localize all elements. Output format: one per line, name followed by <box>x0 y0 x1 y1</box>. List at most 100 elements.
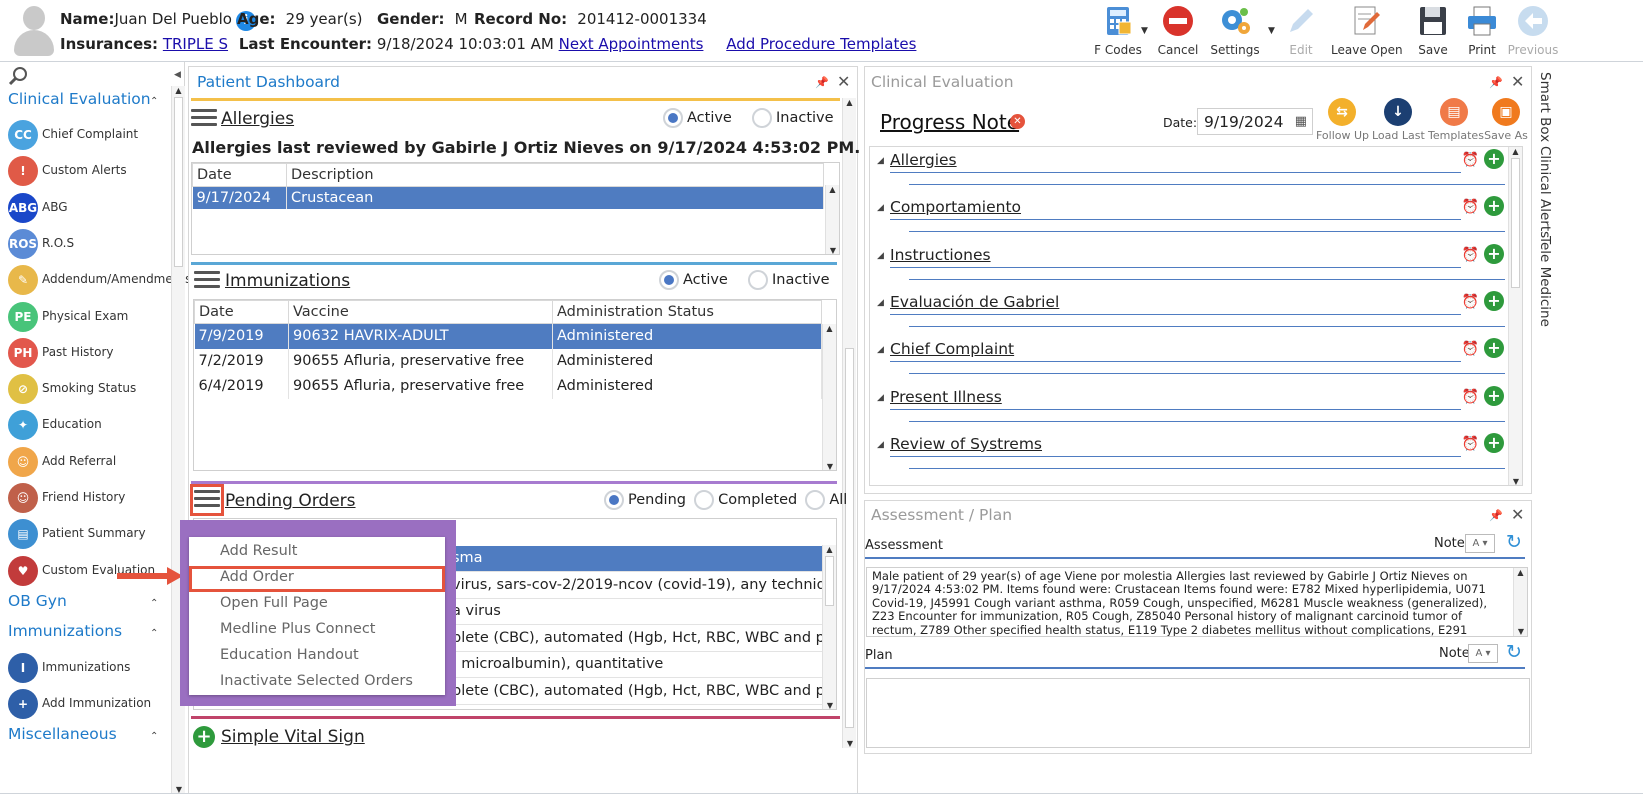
simple-vital-sign-title[interactable]: Simple Vital Sign <box>221 727 365 747</box>
tab-tele-medicine[interactable]: Tele Medicine <box>1537 236 1553 327</box>
add-section-icon[interactable]: + <box>1484 243 1504 264</box>
pin-icon[interactable]: 📌 <box>815 76 829 89</box>
note-section-title[interactable]: Evaluación de Gabriel <box>890 293 1059 311</box>
nav-item[interactable]: ! Custom Alerts <box>8 154 178 188</box>
close-icon[interactable]: ✕ <box>837 72 850 91</box>
add-procedure-templates-link[interactable]: Add Procedure Templates <box>726 35 916 53</box>
note-section-title[interactable]: Review of Systrems <box>890 435 1042 453</box>
nav-item[interactable]: PE Physical Exam <box>8 300 178 334</box>
alarm-clock-icon[interactable]: ⏰ <box>1462 389 1479 405</box>
nav-item[interactable]: ROS R.O.S <box>8 227 178 261</box>
note-section[interactable]: ◢ Comportamiento ⏰ + <box>877 195 1511 237</box>
collapse-triangle-icon[interactable]: ◢ <box>877 251 884 261</box>
nav-section-misc[interactable]: Miscellaneous <box>8 725 117 743</box>
leave-open-button[interactable]: Leave Open <box>1331 4 1403 60</box>
column-header[interactable]: Date <box>194 300 289 324</box>
close-icon[interactable]: ✕ <box>1511 72 1524 91</box>
note-section-title[interactable]: Instructiones <box>890 246 991 264</box>
note-scroll-thumb[interactable] <box>1511 158 1520 288</box>
collapse-triangle-icon[interactable]: ◢ <box>877 156 884 166</box>
calendar-icon[interactable]: ▦ <box>1295 114 1307 129</box>
chevron-up-icon[interactable]: ⌃ <box>150 96 158 107</box>
note-section-title[interactable]: Allergies <box>890 151 957 169</box>
refresh-icon[interactable]: ↻ <box>1506 641 1522 663</box>
inactivate-selected-orders-item[interactable]: Inactivate Selected Orders <box>220 673 413 689</box>
templates-button[interactable]: ▤ Templates <box>1428 98 1484 142</box>
table-row[interactable]: 7/2/2019 90655 Afluria, preservative free… <box>194 348 822 374</box>
immunizations-grid-scrollbar[interactable]: ▲ ▼ <box>822 324 836 470</box>
previous-button[interactable]: Previous <box>1498 4 1568 60</box>
alarm-clock-icon[interactable]: ⏰ <box>1462 152 1479 168</box>
medline-plus-connect-item[interactable]: Medline Plus Connect <box>220 621 376 637</box>
immunizations-inactive-radio[interactable] <box>748 270 768 290</box>
add-section-icon[interactable]: + <box>1484 432 1504 453</box>
table-row[interactable]: 9/17/2024 Crustacean <box>192 186 824 209</box>
add-section-icon[interactable]: + <box>1484 290 1504 311</box>
scroll-up-icon[interactable]: ▲ <box>1514 568 1527 577</box>
nav-item[interactable]: CC Chief Complaint <box>8 118 178 152</box>
edit-button[interactable]: Edit <box>1266 4 1336 60</box>
add-section-icon[interactable]: + <box>1484 149 1504 169</box>
column-header[interactable]: Description <box>286 163 824 187</box>
date-input[interactable]: 9/19/2024 ▦ <box>1197 108 1313 135</box>
scroll-up-icon[interactable]: ▲ <box>172 86 185 95</box>
scroll-down-icon[interactable]: ▼ <box>843 739 857 748</box>
nav-item[interactable]: + Add Immunization <box>8 687 178 721</box>
nav-item[interactable]: ☺ Add Referral <box>8 445 178 479</box>
scroll-down-icon[interactable]: ▼ <box>823 701 836 709</box>
alarm-clock-icon[interactable]: ⏰ <box>1462 341 1479 357</box>
column-header[interactable]: Vaccine <box>288 300 553 324</box>
nav-section-obgyn[interactable]: OB Gyn <box>8 592 67 610</box>
nav-section-immunizations[interactable]: Immunizations <box>8 622 122 640</box>
note-section-title[interactable]: Chief Complaint <box>890 340 1014 358</box>
load-last-button[interactable]: ↓ Load Last <box>1372 98 1425 142</box>
tab-smart-box[interactable]: Smart Box <box>1537 72 1553 142</box>
nav-item[interactable]: ✦ Education <box>8 408 178 442</box>
note-section[interactable]: ◢ Chief Complaint ⏰ + <box>877 337 1511 379</box>
refresh-icon[interactable]: ↻ <box>1506 531 1522 553</box>
note-section[interactable]: ◢ Review of Systrems ⏰ + <box>877 432 1511 474</box>
insurance-link[interactable]: TRIPLE S <box>163 35 228 53</box>
immunizations-title[interactable]: Immunizations <box>225 271 350 291</box>
allergies-inactive-radio[interactable] <box>752 108 772 128</box>
add-section-icon[interactable]: + <box>1484 338 1504 359</box>
tab-clinical-alerts[interactable]: Clinical Alerts <box>1537 146 1553 238</box>
note-section[interactable]: ◢ Evaluación de Gabriel ⏰ + <box>877 290 1511 332</box>
note-section[interactable]: ◢ Allergies ⏰ + <box>877 148 1511 190</box>
alarm-clock-icon[interactable]: ⏰ <box>1462 199 1479 215</box>
add-section-icon[interactable]: + <box>1484 385 1504 406</box>
pending-radio[interactable] <box>604 490 624 510</box>
assessment-textarea[interactable]: Male patient of 29 year(s) of age Viene … <box>866 567 1528 637</box>
chevron-up-icon[interactable]: ⌃ <box>150 731 158 742</box>
table-row[interactable]: 6/4/2019 90655 Afluria, preservative free… <box>194 373 822 399</box>
education-handout-item[interactable]: Education Handout <box>220 647 359 663</box>
scroll-up-icon[interactable]: ▲ <box>823 324 836 333</box>
settings-button[interactable]: Settings <box>1200 4 1270 60</box>
collapse-triangle-icon[interactable]: ◢ <box>877 345 884 355</box>
add-vital-icon[interactable]: + <box>193 726 215 748</box>
dashboard-scrollbar[interactable]: ▲ ▼ <box>842 98 856 748</box>
immunizations-active-radio[interactable] <box>659 270 679 290</box>
collapse-nav-icon[interactable]: ◀ <box>174 70 181 80</box>
pending-grid-scrollbar[interactable]: ▲ ▼ <box>822 545 836 709</box>
pending-orders-title[interactable]: Pending Orders <box>225 491 356 511</box>
add-result-item[interactable]: Add Result <box>220 543 297 559</box>
chevron-up-icon[interactable]: ⌃ <box>150 598 158 609</box>
note-section[interactable]: ◢ Present Illness ⏰ + <box>877 385 1511 427</box>
nav-scroll-thumb[interactable] <box>174 97 183 267</box>
pending-scroll-thumb[interactable] <box>825 556 834 606</box>
scroll-up-icon[interactable]: ▲ <box>826 185 839 194</box>
alarm-clock-icon[interactable]: ⏰ <box>1462 294 1479 310</box>
note-font-dropdown[interactable]: A ▾ <box>1465 534 1495 553</box>
nav-item[interactable]: ▤ Patient Summary <box>8 517 178 551</box>
nav-item[interactable]: ☺ Friend History <box>8 481 178 515</box>
note-section[interactable]: ◢ Instructiones ⏰ + <box>877 243 1511 285</box>
allergies-title[interactable]: Allergies <box>221 109 294 129</box>
alarm-clock-icon[interactable]: ⏰ <box>1462 436 1479 452</box>
scroll-down-icon[interactable]: ▼ <box>826 246 839 254</box>
immunizations-menu-icon[interactable] <box>194 271 220 293</box>
allergies-menu-icon[interactable] <box>191 109 217 131</box>
collapse-triangle-icon[interactable]: ◢ <box>877 203 884 213</box>
add-section-icon[interactable]: + <box>1484 196 1504 217</box>
all-radio[interactable] <box>805 490 826 510</box>
